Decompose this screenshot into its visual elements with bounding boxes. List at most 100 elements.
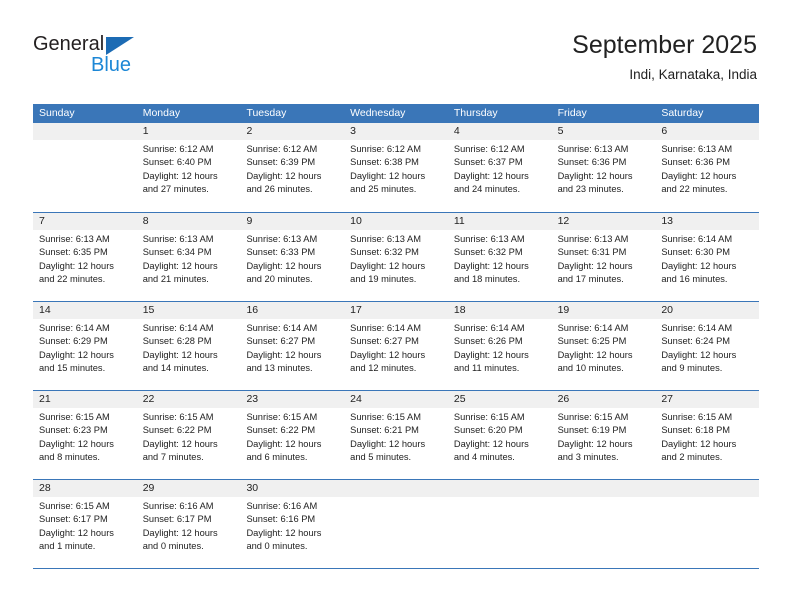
day-number[interactable]: 19 <box>552 302 656 319</box>
week-date-numbers: 28 29 30 <box>33 480 759 497</box>
day-detail-line: Sunset: 6:35 PM <box>39 247 108 258</box>
day-cell[interactable]: Sunrise: 6:15 AM Sunset: 6:18 PM Daylight:… <box>655 408 759 480</box>
day-detail-line: and 9 minutes. <box>661 363 723 374</box>
day-cell[interactable]: Sunrise: 6:15 AM Sunset: 6:17 PM Daylight:… <box>33 497 137 569</box>
week-row: 14 15 16 17 18 19 20 Sunrise: 6:14 AM Sunset: 6:… <box>33 301 759 390</box>
day-cell[interactable]: Sunrise: 6:13 AM Sunset: 6:35 PM Daylight:… <box>33 230 137 302</box>
day-detail-line: Daylight: 12 hours <box>142 260 218 271</box>
day-number[interactable]: 17 <box>344 302 448 319</box>
day-number[interactable]: 12 <box>552 213 656 230</box>
day-number[interactable]: 10 <box>344 213 448 230</box>
day-detail-line: Sunset: 6:22 PM <box>246 425 316 436</box>
day-number[interactable]: 11 <box>448 213 552 230</box>
day-cell[interactable]: Sunrise: 6:14 AM Sunset: 6:27 PM Daylight:… <box>344 319 448 391</box>
location-subtitle: Indi, Karnataka, India <box>629 67 757 82</box>
day-detail-line: Sunrise: 6:14 AM <box>453 323 525 333</box>
day-number[interactable]: 6 <box>655 123 759 140</box>
logo-word-general: General <box>33 33 105 55</box>
day-number[interactable]: 13 <box>655 213 759 230</box>
day-number[interactable]: 7 <box>33 213 137 230</box>
day-number[interactable]: 18 <box>448 302 552 319</box>
day-cell[interactable]: Sunrise: 6:14 AM Sunset: 6:24 PM Daylight:… <box>655 319 759 391</box>
day-detail-line: Sunset: 6:29 PM <box>39 336 108 347</box>
day-detail-line: Sunset: 6:39 PM <box>246 157 316 168</box>
day-number[interactable]: 26 <box>552 391 656 408</box>
day-detail-line: Sunrise: 6:14 AM <box>246 323 318 333</box>
day-number[interactable]: 23 <box>240 391 344 408</box>
day-cell-empty <box>552 497 656 569</box>
day-cell[interactable]: Sunrise: 6:14 AM Sunset: 6:26 PM Daylight:… <box>448 319 552 391</box>
day-number[interactable]: 24 <box>344 391 448 408</box>
day-detail-line: Daylight: 12 hours <box>453 349 529 360</box>
day-detail-line: Daylight: 12 hours <box>557 170 633 181</box>
day-cell[interactable]: Sunrise: 6:14 AM Sunset: 6:27 PM Daylight:… <box>240 319 344 391</box>
day-cell[interactable]: Sunrise: 6:13 AM Sunset: 6:34 PM Daylight:… <box>137 230 241 302</box>
day-cell[interactable]: Sunrise: 6:16 AM Sunset: 6:16 PM Daylight:… <box>240 497 344 569</box>
day-detail-line: Sunrise: 6:15 AM <box>142 412 214 422</box>
day-cell[interactable]: Sunrise: 6:12 AM Sunset: 6:38 PM Daylight:… <box>344 140 448 212</box>
day-cell[interactable]: Sunrise: 6:13 AM Sunset: 6:32 PM Daylight:… <box>448 230 552 302</box>
day-detail-line: Sunrise: 6:15 AM <box>39 501 110 511</box>
day-number[interactable]: 20 <box>655 302 759 319</box>
day-detail-line: Sunrise: 6:14 AM <box>39 323 110 333</box>
day-number[interactable]: 15 <box>137 302 241 319</box>
day-detail-line: Sunset: 6:20 PM <box>453 425 523 436</box>
day-number[interactable]: 5 <box>552 123 656 140</box>
day-number[interactable]: 22 <box>137 391 241 408</box>
day-cell[interactable]: Sunrise: 6:13 AM Sunset: 6:31 PM Daylight:… <box>552 230 656 302</box>
page-title: September 2025 <box>572 31 757 59</box>
day-detail-line: Sunrise: 6:13 AM <box>142 234 214 244</box>
day-cell[interactable]: Sunrise: 6:15 AM Sunset: 6:19 PM Daylight:… <box>552 408 656 480</box>
day-cell[interactable]: Sunrise: 6:13 AM Sunset: 6:33 PM Daylight:… <box>240 230 344 302</box>
day-cell[interactable]: Sunrise: 6:14 AM Sunset: 6:28 PM Daylight:… <box>137 319 241 391</box>
day-number[interactable]: 8 <box>137 213 241 230</box>
day-cell[interactable]: Sunrise: 6:15 AM Sunset: 6:21 PM Daylight:… <box>344 408 448 480</box>
day-detail-line: and 6 minutes. <box>246 452 308 463</box>
day-number[interactable]: 25 <box>448 391 552 408</box>
weekday-header-monday: Monday <box>142 107 181 119</box>
day-detail-line: and 17 minutes. <box>557 274 624 285</box>
day-cell[interactable]: Sunrise: 6:15 AM Sunset: 6:20 PM Daylight:… <box>448 408 552 480</box>
day-number[interactable]: 30 <box>240 480 344 497</box>
day-cell[interactable]: Sunrise: 6:12 AM Sunset: 6:37 PM Daylight:… <box>448 140 552 212</box>
day-detail-line: Daylight: 12 hours <box>39 260 114 271</box>
day-detail-line: Sunrise: 6:14 AM <box>661 323 733 333</box>
day-number[interactable]: 9 <box>240 213 344 230</box>
day-cell[interactable]: Sunrise: 6:13 AM Sunset: 6:32 PM Daylight:… <box>344 230 448 302</box>
day-detail-line: Daylight: 12 hours <box>246 527 322 538</box>
day-cell[interactable]: Sunrise: 6:12 AM Sunset: 6:40 PM Daylight:… <box>137 140 241 212</box>
day-detail-line: Sunset: 6:27 PM <box>350 336 419 347</box>
day-number[interactable]: 3 <box>344 123 448 140</box>
day-cell-empty <box>33 140 137 212</box>
week-detail-cells: Sunrise: 6:12 AM Sunset: 6:40 PM Daylight:… <box>33 140 759 212</box>
day-number[interactable]: 14 <box>33 302 137 319</box>
day-number[interactable]: 21 <box>33 391 137 408</box>
day-number[interactable]: 28 <box>33 480 137 497</box>
day-detail-line: and 0 minutes. <box>246 541 308 552</box>
day-cell-empty <box>655 497 759 569</box>
day-detail-line: Sunrise: 6:15 AM <box>661 412 733 422</box>
title-block: September 2025 Indi, Karnataka, India <box>572 30 757 84</box>
day-detail-line: Sunset: 6:16 PM <box>246 514 316 525</box>
day-number[interactable]: 2 <box>240 123 344 140</box>
day-number[interactable]: 29 <box>137 480 241 497</box>
day-detail-line: and 24 minutes. <box>453 184 521 195</box>
day-cell[interactable]: Sunrise: 6:16 AM Sunset: 6:17 PM Daylight:… <box>137 497 241 569</box>
day-cell[interactable]: Sunrise: 6:15 AM Sunset: 6:22 PM Daylight:… <box>137 408 241 480</box>
day-cell[interactable]: Sunrise: 6:13 AM Sunset: 6:36 PM Daylight:… <box>552 140 656 212</box>
day-cell[interactable]: Sunrise: 6:14 AM Sunset: 6:25 PM Daylight:… <box>552 319 656 391</box>
day-cell[interactable]: Sunrise: 6:15 AM Sunset: 6:23 PM Daylight:… <box>33 408 137 480</box>
day-detail-line: Sunset: 6:36 PM <box>557 157 627 168</box>
day-number[interactable]: 4 <box>448 123 552 140</box>
day-cell[interactable]: Sunrise: 6:13 AM Sunset: 6:36 PM Daylight:… <box>655 140 759 212</box>
day-number-empty <box>448 480 552 497</box>
day-number[interactable]: 1 <box>137 123 241 140</box>
day-detail-line: Sunrise: 6:13 AM <box>350 234 421 244</box>
day-cell[interactable]: Sunrise: 6:14 AM Sunset: 6:29 PM Daylight:… <box>33 319 137 391</box>
day-cell[interactable]: Sunrise: 6:14 AM Sunset: 6:30 PM Daylight:… <box>655 230 759 302</box>
day-cell[interactable]: Sunrise: 6:15 AM Sunset: 6:22 PM Daylight:… <box>240 408 344 480</box>
day-number[interactable]: 16 <box>240 302 344 319</box>
day-cell[interactable]: Sunrise: 6:12 AM Sunset: 6:39 PM Daylight:… <box>240 140 344 212</box>
day-detail-line: and 23 minutes. <box>557 184 624 195</box>
day-number[interactable]: 27 <box>655 391 759 408</box>
